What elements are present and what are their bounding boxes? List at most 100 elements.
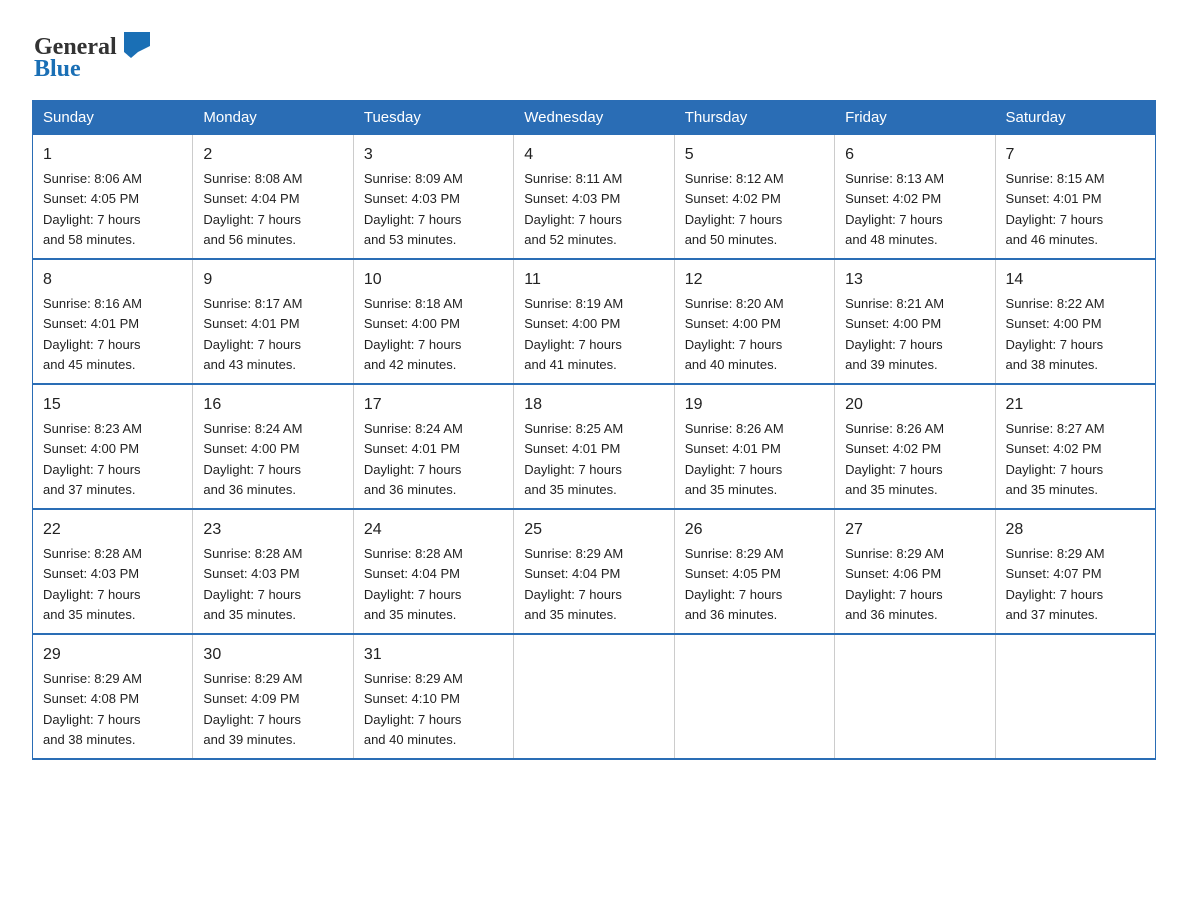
day-info: Sunrise: 8:11 AMSunset: 4:03 PMDaylight:… [524,171,622,247]
calendar-cell: 18 Sunrise: 8:25 AMSunset: 4:01 PMDayligh… [514,384,674,509]
day-number: 30 [203,643,342,667]
calendar-cell [995,634,1155,759]
calendar-week-row: 29Sunrise: 8:29 AMSunset: 4:08 PMDayligh… [33,634,1156,759]
day-number: 26 [685,518,824,542]
day-number: 12 [685,268,824,292]
calendar-cell: 5Sunrise: 8:12 AMSunset: 4:02 PMDaylight… [674,135,834,260]
day-info: Sunrise: 8:23 AMSunset: 4:00 PMDaylight:… [43,421,142,497]
day-info: Sunrise: 8:13 AMSunset: 4:02 PMDaylight:… [845,171,944,247]
calendar-header-row: SundayMondayTuesdayWednesdayThursdayFrid… [33,101,1156,135]
header-saturday: Saturday [995,101,1155,135]
calendar-week-row: 15 Sunrise: 8:23 AMSunset: 4:00 PMDayligh… [33,384,1156,509]
calendar-week-row: 1 Sunrise: 8:06 AMSunset: 4:05 PMDaylight… [33,135,1156,260]
calendar-cell: 16 Sunrise: 8:24 AMSunset: 4:00 PMDayligh… [193,384,353,509]
calendar-cell: 4 Sunrise: 8:11 AMSunset: 4:03 PMDaylight… [514,135,674,260]
day-number: 7 [1006,143,1145,167]
day-number: 4 [524,143,663,167]
calendar-cell: 13 Sunrise: 8:21 AMSunset: 4:00 PMDayligh… [835,259,995,384]
day-info: Sunrise: 8:08 AMSunset: 4:04 PMDaylight:… [203,171,302,247]
day-info: Sunrise: 8:06 AMSunset: 4:05 PMDaylight:… [43,171,142,247]
calendar-cell: 30 Sunrise: 8:29 AMSunset: 4:09 PMDayligh… [193,634,353,759]
day-info: Sunrise: 8:20 AMSunset: 4:00 PMDaylight:… [685,296,784,372]
day-number: 6 [845,143,984,167]
day-number: 11 [524,268,663,292]
calendar-cell: 19 Sunrise: 8:26 AMSunset: 4:01 PMDayligh… [674,384,834,509]
header-thursday: Thursday [674,101,834,135]
calendar-cell: 29Sunrise: 8:29 AMSunset: 4:08 PMDayligh… [33,634,193,759]
day-number: 31 [364,643,503,667]
day-info: Sunrise: 8:24 AMSunset: 4:00 PMDaylight:… [203,421,302,497]
calendar-cell: 9 Sunrise: 8:17 AMSunset: 4:01 PMDaylight… [193,259,353,384]
day-info: Sunrise: 8:15 AMSunset: 4:01 PMDaylight:… [1006,171,1105,247]
header-friday: Friday [835,101,995,135]
calendar-cell: 21 Sunrise: 8:27 AMSunset: 4:02 PMDayligh… [995,384,1155,509]
day-info: Sunrise: 8:21 AMSunset: 4:00 PMDaylight:… [845,296,944,372]
day-info: Sunrise: 8:24 AMSunset: 4:01 PMDaylight:… [364,421,463,497]
header-monday: Monday [193,101,353,135]
day-info: Sunrise: 8:29 AMSunset: 4:10 PMDaylight:… [364,671,463,747]
day-number: 1 [43,143,182,167]
day-info: Sunrise: 8:17 AMSunset: 4:01 PMDaylight:… [203,296,302,372]
logo: General Blue [32,24,152,84]
day-info: Sunrise: 8:26 AMSunset: 4:01 PMDaylight:… [685,421,784,497]
calendar-week-row: 22 Sunrise: 8:28 AMSunset: 4:03 PMDayligh… [33,509,1156,634]
day-number: 13 [845,268,984,292]
calendar-cell: 6 Sunrise: 8:13 AMSunset: 4:02 PMDaylight… [835,135,995,260]
calendar-cell: 3 Sunrise: 8:09 AMSunset: 4:03 PMDaylight… [353,135,513,260]
day-number: 2 [203,143,342,167]
calendar-cell: 28 Sunrise: 8:29 AMSunset: 4:07 PMDayligh… [995,509,1155,634]
day-number: 15 [43,393,182,417]
day-info: Sunrise: 8:29 AMSunset: 4:07 PMDaylight:… [1006,546,1105,622]
calendar-cell: 27 Sunrise: 8:29 AMSunset: 4:06 PMDayligh… [835,509,995,634]
day-info: Sunrise: 8:29 AMSunset: 4:06 PMDaylight:… [845,546,944,622]
day-info: Sunrise: 8:18 AMSunset: 4:00 PMDaylight:… [364,296,463,372]
page-header: General Blue [32,24,1156,84]
calendar-cell: 14Sunrise: 8:22 AMSunset: 4:00 PMDayligh… [995,259,1155,384]
day-info: Sunrise: 8:16 AMSunset: 4:01 PMDaylight:… [43,296,142,372]
day-number: 18 [524,393,663,417]
calendar-cell: 12 Sunrise: 8:20 AMSunset: 4:00 PMDayligh… [674,259,834,384]
calendar-cell: 7 Sunrise: 8:15 AMSunset: 4:01 PMDaylight… [995,135,1155,260]
calendar-cell: 2 Sunrise: 8:08 AMSunset: 4:04 PMDaylight… [193,135,353,260]
day-number: 9 [203,268,342,292]
calendar-cell: 17 Sunrise: 8:24 AMSunset: 4:01 PMDayligh… [353,384,513,509]
day-info: Sunrise: 8:25 AMSunset: 4:01 PMDaylight:… [524,421,623,497]
day-info: Sunrise: 8:19 AMSunset: 4:00 PMDaylight:… [524,296,623,372]
calendar-cell: 31 Sunrise: 8:29 AMSunset: 4:10 PMDayligh… [353,634,513,759]
calendar-cell: 15 Sunrise: 8:23 AMSunset: 4:00 PMDayligh… [33,384,193,509]
day-info: Sunrise: 8:09 AMSunset: 4:03 PMDaylight:… [364,171,463,247]
day-info: Sunrise: 8:28 AMSunset: 4:03 PMDaylight:… [203,546,302,622]
day-info: Sunrise: 8:29 AMSunset: 4:08 PMDaylight:… [43,671,142,747]
day-number: 24 [364,518,503,542]
day-number: 28 [1006,518,1145,542]
day-info: Sunrise: 8:27 AMSunset: 4:02 PMDaylight:… [1006,421,1105,497]
header-wednesday: Wednesday [514,101,674,135]
calendar-cell [514,634,674,759]
day-info: Sunrise: 8:26 AMSunset: 4:02 PMDaylight:… [845,421,944,497]
day-number: 25 [524,518,663,542]
day-number: 21 [1006,393,1145,417]
calendar-cell: 11 Sunrise: 8:19 AMSunset: 4:00 PMDayligh… [514,259,674,384]
day-number: 27 [845,518,984,542]
day-info: Sunrise: 8:28 AMSunset: 4:03 PMDaylight:… [43,546,142,622]
day-number: 3 [364,143,503,167]
day-info: Sunrise: 8:22 AMSunset: 4:00 PMDaylight:… [1006,296,1105,372]
day-number: 20 [845,393,984,417]
header-sunday: Sunday [33,101,193,135]
svg-text:Blue: Blue [34,56,81,82]
calendar-cell: 8 Sunrise: 8:16 AMSunset: 4:01 PMDaylight… [33,259,193,384]
header-tuesday: Tuesday [353,101,513,135]
day-info: Sunrise: 8:12 AMSunset: 4:02 PMDaylight:… [685,171,784,247]
day-number: 19 [685,393,824,417]
day-number: 23 [203,518,342,542]
day-number: 17 [364,393,503,417]
day-info: Sunrise: 8:29 AMSunset: 4:04 PMDaylight:… [524,546,623,622]
day-info: Sunrise: 8:29 AMSunset: 4:09 PMDaylight:… [203,671,302,747]
day-number: 22 [43,518,182,542]
calendar-cell: 24 Sunrise: 8:28 AMSunset: 4:04 PMDayligh… [353,509,513,634]
day-info: Sunrise: 8:28 AMSunset: 4:04 PMDaylight:… [364,546,463,622]
calendar-cell: 26Sunrise: 8:29 AMSunset: 4:05 PMDayligh… [674,509,834,634]
calendar-cell [835,634,995,759]
day-number: 16 [203,393,342,417]
day-number: 8 [43,268,182,292]
